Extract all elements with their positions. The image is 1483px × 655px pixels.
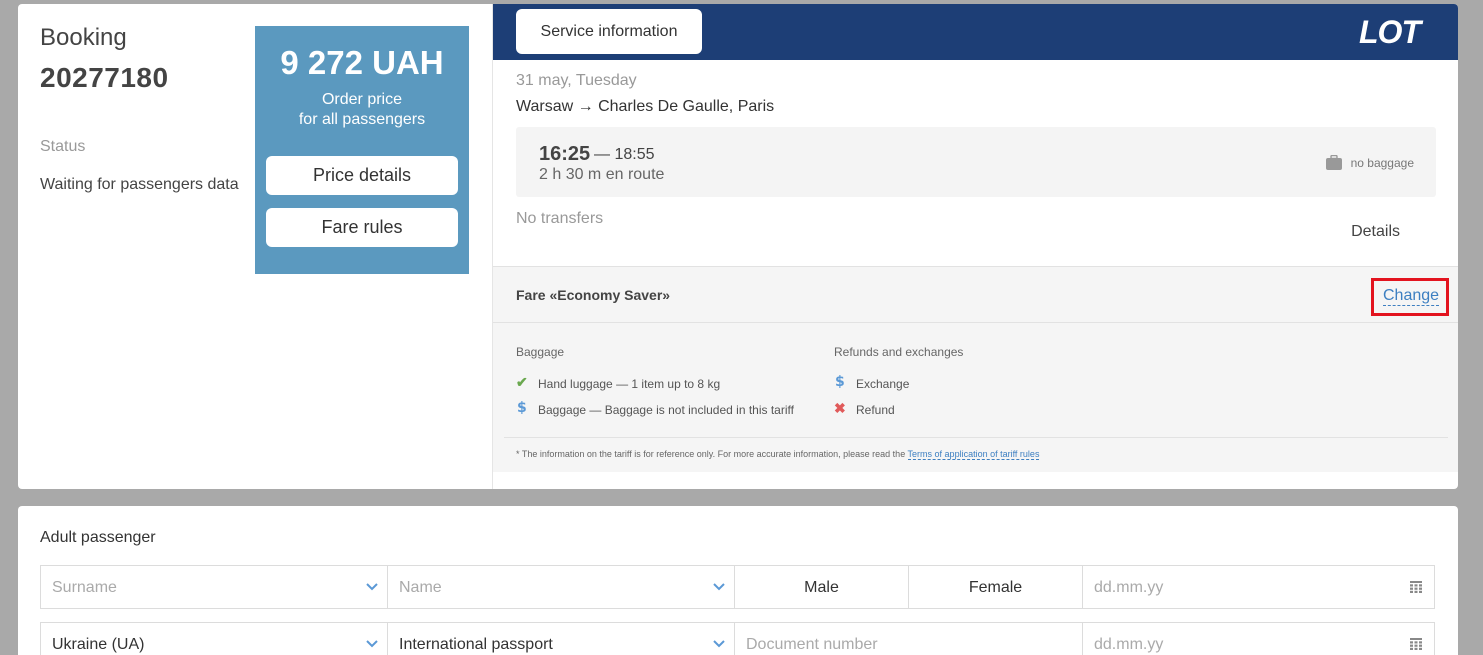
birth-date-field[interactable]: dd.mm.yy: [1082, 565, 1435, 609]
order-price-caption-line2: for all passengers: [298, 111, 426, 128]
citizenship-field[interactable]: Ukraine (UA): [40, 622, 388, 655]
document-expiry-field[interactable]: dd.mm.yy: [1082, 622, 1435, 655]
flight-route: Warsaw → Charles De Gaulle, Paris: [516, 98, 775, 115]
refund-feature: Refund: [856, 403, 895, 417]
chevron-down-icon: [713, 640, 725, 648]
calendar-icon[interactable]: [1410, 638, 1422, 650]
transfers-info: No transfers: [516, 210, 604, 227]
surname-field[interactable]: Surname: [40, 565, 388, 609]
baggage-feature: Baggage — Baggage is not included in thi…: [538, 403, 794, 417]
document-type-value: International passport: [399, 636, 553, 653]
cross-icon: ✖: [834, 400, 846, 416]
fare-header: Fare «Economy Saver» Change: [493, 267, 1458, 323]
price-box: 9 272 UAH Order price for all passengers…: [255, 26, 469, 274]
chevron-down-icon: [366, 640, 378, 648]
flight-segment: 16:25 — 18:55 2 h 30 m en route no bagga…: [516, 127, 1436, 197]
baggage-icon: [1326, 155, 1342, 170]
refunds-column-title: Refunds and exchanges: [834, 345, 964, 359]
booking-card: Booking 20277180 Status Waiting for pass…: [18, 4, 1458, 489]
dollar-icon: $: [517, 400, 527, 416]
tariff-rules-link[interactable]: Terms of application of tariff rules: [907, 449, 1040, 460]
name-placeholder: Name: [399, 579, 442, 596]
flight-details-link[interactable]: Details: [1351, 223, 1400, 241]
arrival-time: — 18:55: [594, 146, 655, 163]
chevron-down-icon: [713, 583, 725, 591]
birth-date-placeholder: dd.mm.yy: [1094, 579, 1164, 596]
fare-section: Fare «Economy Saver» Change Baggage Refu…: [493, 266, 1458, 472]
order-price-caption: Order price for all passengers: [255, 90, 469, 130]
logo-text: LOT: [1359, 15, 1423, 49]
baggage-column-title: Baggage: [516, 345, 565, 359]
status-label: Status: [40, 138, 86, 155]
flight-date: 31 may, Tuesday: [516, 72, 637, 89]
departure-time: 16:25: [539, 143, 591, 165]
flight-duration: 2 h 30 m en route: [539, 166, 665, 183]
calendar-icon[interactable]: [1410, 581, 1422, 593]
exchange-feature: Exchange: [856, 377, 910, 391]
service-information-button[interactable]: Service information: [516, 9, 702, 54]
passenger-card: Adult passenger Surname Name Male Female…: [18, 506, 1458, 655]
document-expiry-placeholder: dd.mm.yy: [1094, 636, 1164, 653]
fare-rules-button[interactable]: Fare rules: [266, 208, 458, 247]
order-price-amount: 9 272 UAH: [280, 44, 444, 81]
check-icon: ✔: [516, 374, 528, 390]
fare-note-text: * The information on the tariff is for r…: [516, 449, 908, 459]
dollar-icon: $: [835, 374, 845, 390]
change-highlight: Change: [1371, 278, 1449, 316]
order-price-caption-line1: Order price: [321, 91, 403, 108]
booking-label: Booking: [40, 24, 127, 51]
passenger-title: Adult passenger: [40, 529, 156, 546]
surname-placeholder: Surname: [52, 579, 117, 596]
document-number-field[interactable]: Document number: [734, 622, 1083, 655]
baggage-status: no baggage: [1350, 156, 1414, 170]
citizenship-value: Ukraine (UA): [52, 636, 145, 653]
fare-note-divider: [504, 437, 1448, 438]
fare-title: Fare «Economy Saver»: [516, 287, 671, 303]
chevron-down-icon: [366, 583, 378, 591]
name-field[interactable]: Name: [387, 565, 735, 609]
document-number-placeholder: Document number: [746, 636, 878, 653]
flight-panel: Service information LOT 31 may, Tuesday …: [492, 4, 1458, 489]
gender-male-option[interactable]: Male: [734, 565, 909, 609]
price-details-button[interactable]: Price details: [266, 156, 458, 195]
document-type-field[interactable]: International passport: [387, 622, 735, 655]
hand-luggage-feature: Hand luggage — 1 item up to 8 kg: [538, 377, 721, 391]
lot-logo-icon: LOT: [1359, 15, 1424, 49]
status-value: Waiting for passengers data: [40, 176, 239, 193]
fare-note: * The information on the tariff is for r…: [516, 449, 1040, 460]
airline-header: Service information LOT: [493, 4, 1458, 60]
change-fare-link[interactable]: Change: [1383, 287, 1440, 306]
gender-female-option[interactable]: Female: [908, 565, 1083, 609]
booking-number: 20277180: [40, 62, 169, 93]
